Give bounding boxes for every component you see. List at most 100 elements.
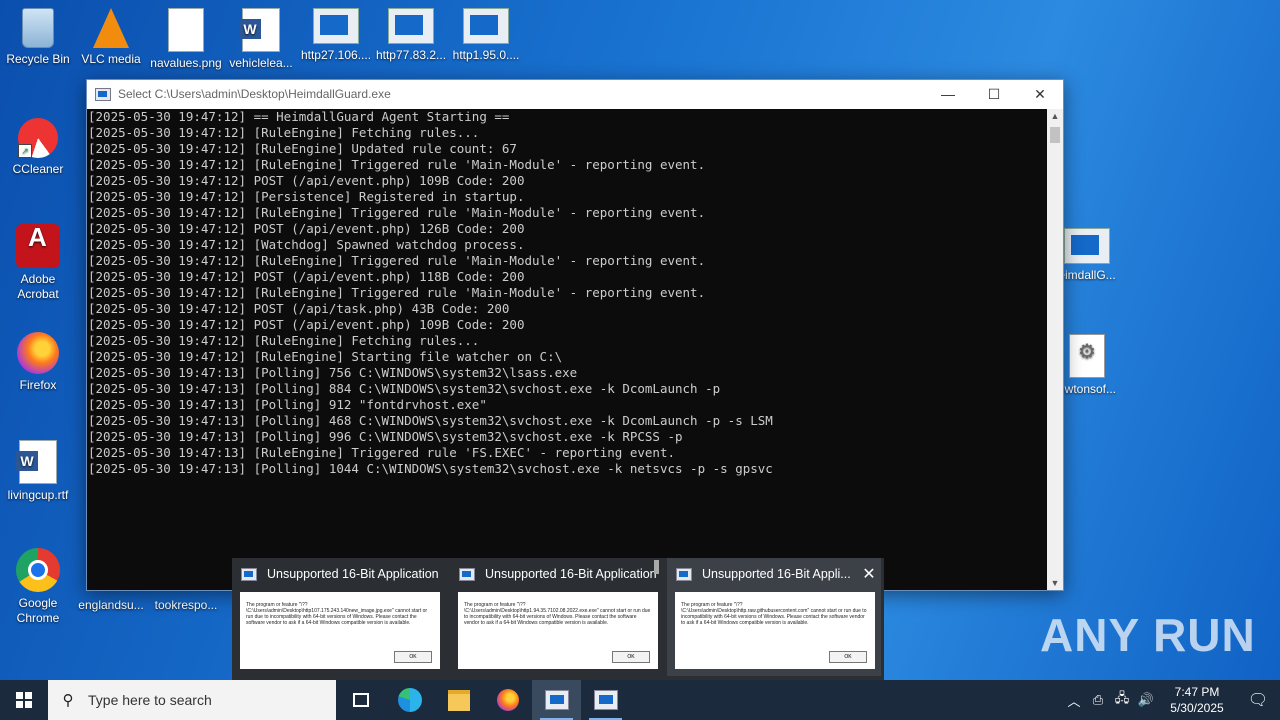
clock[interactable]: 7:47 PM 5/30/2025 (1158, 684, 1236, 716)
preview-window-active[interactable]: Unsupported 16-Bit Appli... ✕ The program… (667, 558, 881, 676)
desktop-icon-label: http27.106.... (300, 48, 372, 62)
desktop-icon-vlc[interactable]: VLC media (73, 8, 149, 67)
console-line: [2025-05-30 19:47:12] [RuleEngine] Start… (88, 349, 563, 364)
preview-thumbnail[interactable]: The program or feature "\??\C:\Users\adm… (675, 592, 875, 669)
desktop-icon-http1[interactable]: http1.95.0.... (448, 8, 524, 63)
console-line: [2025-05-30 19:47:13] [Polling] 884 C:\W… (88, 381, 721, 396)
console-line: [2025-05-30 19:47:12] POST (/api/event.p… (88, 269, 525, 284)
taskbar-firefox[interactable] (483, 680, 532, 720)
application-icon (593, 690, 618, 710)
ok-button: OK (394, 651, 432, 663)
application-icon (544, 690, 569, 710)
preview-title: Unsupported 16-Bit Application (267, 567, 439, 581)
taskbar: ⚲ Type here to search ︿ ⎙ 🖧 🔊 7:47 PM 5/… (0, 680, 1280, 720)
taskbar-app[interactable] (581, 680, 630, 720)
system-tray: ︿ ⎙ 🖧 🔊 7:47 PM 5/30/2025 🗨 (1062, 680, 1280, 720)
desktop-icon-label: navalues.png (150, 56, 222, 70)
word-document-icon (16, 440, 57, 484)
desktop-icon-http27[interactable]: http27.106.... (298, 8, 374, 63)
desktop-icon-firefox[interactable]: Firefox (0, 332, 76, 393)
console-line: [2025-05-30 19:47:13] [Polling] 996 C:\W… (88, 429, 683, 444)
task-view-icon (352, 693, 369, 707)
console-window[interactable]: Select C:\Users\admin\Desktop\HeimdallGu… (86, 79, 1064, 591)
firefox-icon (17, 332, 59, 374)
preview-message: The program or feature "\??\C:\Users\adm… (464, 602, 651, 626)
preview-window[interactable]: Unsupported 16-Bit Application The progr… (232, 558, 446, 676)
console-line: [2025-05-30 19:47:13] [Polling] 756 C:\W… (88, 365, 578, 380)
preview-title: Unsupported 16-Bit Application (485, 567, 657, 581)
console-line: [2025-05-30 19:47:12] POST (/api/event.p… (88, 221, 525, 236)
console-line: [2025-05-30 19:47:12] [Persistence] Regi… (88, 189, 525, 204)
console-line: [2025-05-30 19:47:12] POST (/api/event.p… (88, 317, 525, 332)
console-line: [2025-05-30 19:47:12] [RuleEngine] Trigg… (88, 253, 706, 268)
application-icon (313, 8, 359, 44)
scrollbar-thumb[interactable] (1050, 127, 1060, 143)
minimize-button[interactable]: — (925, 80, 971, 108)
volume-icon[interactable]: 🔊 (1134, 692, 1158, 708)
device-icon[interactable]: ⎙ (1086, 692, 1110, 708)
vlc-icon (93, 8, 129, 48)
desktop-icon-label: tookrespo... (154, 598, 218, 612)
taskbar-file-explorer[interactable] (434, 680, 483, 720)
console-line: [2025-05-30 19:47:12] [RuleEngine] Trigg… (88, 205, 706, 220)
preview-title: Unsupported 16-Bit Appli... (702, 567, 851, 581)
task-view-button[interactable] (336, 680, 385, 720)
start-button[interactable] (0, 680, 48, 720)
desktop-icon-vehiclelea[interactable]: vehiclelea... (223, 8, 299, 71)
desktop-icon-label: englandsu... (78, 598, 144, 612)
console-line: [2025-05-30 19:47:13] [Polling] 912 "fon… (88, 397, 487, 412)
notification-icon[interactable]: 🗨 (1236, 690, 1280, 710)
application-icon (388, 8, 434, 44)
maximize-button[interactable]: ☐ (971, 80, 1017, 108)
acrobat-icon (16, 224, 60, 268)
preview-thumbnail[interactable]: The program or feature "\??\C:\Users\adm… (240, 592, 440, 669)
chrome-icon (16, 548, 60, 592)
console-output[interactable]: [2025-05-30 19:47:12] == HeimdallGuard A… (87, 109, 1047, 590)
search-icon: ⚲ (62, 692, 74, 709)
console-scrollbar[interactable]: ▲ ▼ (1047, 109, 1063, 590)
console-line: [2025-05-30 19:47:12] [RuleEngine] Trigg… (88, 285, 706, 300)
desktop-icon-chrome[interactable]: Google Chrome (0, 548, 76, 626)
search-placeholder: Type here to search (88, 692, 212, 708)
clock-time: 7:47 PM (1174, 685, 1220, 699)
close-icon[interactable]: ✕ (857, 564, 881, 584)
desktop-icon-englandsu[interactable]: englandsu... (73, 598, 149, 613)
ok-button: OK (829, 651, 867, 663)
console-line: [2025-05-30 19:47:12] POST (/api/event.p… (88, 173, 525, 188)
desktop-icon-acrobat[interactable]: Adobe Acrobat (0, 224, 76, 302)
preview-window[interactable]: Unsupported 16-Bit Application The progr… (450, 558, 664, 676)
application-icon (1064, 228, 1110, 264)
scroll-up-icon[interactable]: ▲ (1047, 109, 1063, 123)
app-icon (241, 567, 257, 581)
image-file-icon (168, 8, 204, 52)
desktop-icon-label: vehiclelea... (229, 56, 293, 70)
preview-scroll-handle[interactable] (654, 560, 659, 574)
console-line: [2025-05-30 19:47:12] [RuleEngine] Fetch… (88, 333, 480, 348)
preview-message: The program or feature "\??\C:\Users\adm… (246, 602, 428, 626)
desktop-icon-label: Google Chrome (16, 596, 60, 625)
console-line: [2025-05-30 19:47:13] [RuleEngine] Trigg… (88, 445, 675, 460)
ok-button: OK (612, 651, 650, 663)
desktop-icon-livingcup[interactable]: livingcup.rtf (0, 440, 76, 503)
taskbar-search-box[interactable]: ⚲ Type here to search (48, 680, 336, 720)
desktop-icon-tookrespo[interactable]: tookrespo... (148, 598, 224, 613)
console-line: [2025-05-30 19:47:13] [Polling] 1044 C:\… (88, 461, 773, 476)
preview-thumbnail[interactable]: The program or feature "\??\C:\Users\adm… (458, 592, 658, 669)
taskbar-edge[interactable] (385, 680, 434, 720)
network-icon[interactable]: 🖧 (1110, 689, 1134, 711)
preview-message: The program or feature "\??\C:\Users\adm… (681, 602, 867, 626)
chevron-up-icon[interactable]: ︿ (1062, 691, 1086, 710)
desktop-icon-label: Recycle Bin (6, 52, 70, 66)
console-titlebar[interactable]: Select C:\Users\admin\Desktop\HeimdallGu… (87, 80, 1063, 108)
application-icon (463, 8, 509, 44)
close-button[interactable]: ✕ (1017, 80, 1063, 108)
desktop-icon-ccleaner[interactable]: ↗ CCleaner (0, 118, 76, 177)
scroll-down-icon[interactable]: ▼ (1047, 576, 1063, 590)
taskbar-app-active[interactable] (532, 680, 581, 720)
desktop-icon-navalues[interactable]: navalues.png (148, 8, 224, 71)
desktop-icon-recycle-bin[interactable]: Recycle Bin (0, 8, 76, 67)
desktop-icon-http77[interactable]: http77.83.2... (373, 8, 449, 63)
taskbar-previews: Unsupported 16-Bit Application The progr… (232, 558, 884, 680)
edge-icon (397, 688, 422, 712)
desktop-icon-label: CCleaner (12, 162, 64, 176)
